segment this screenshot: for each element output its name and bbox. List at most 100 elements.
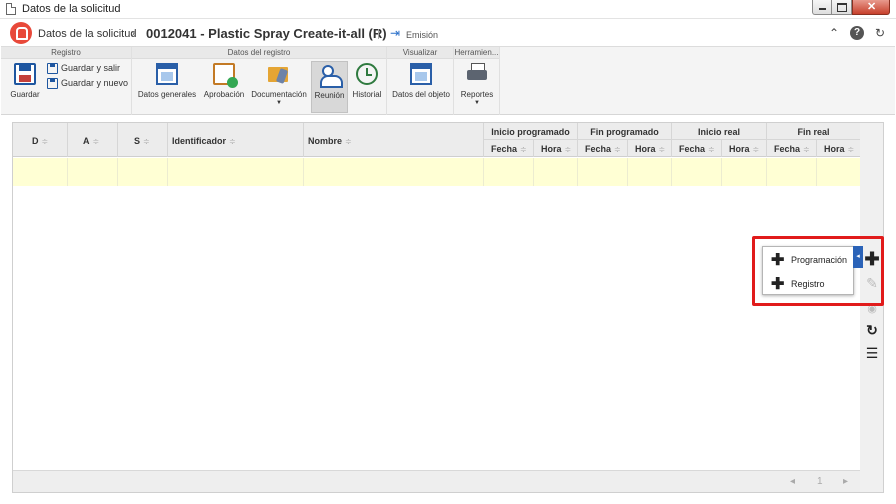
approval-button[interactable]: Aprobación	[202, 61, 246, 113]
history-button[interactable]: Historial	[350, 61, 384, 113]
sort-icon: ≑	[614, 145, 621, 154]
cell	[767, 158, 817, 186]
document-icon	[6, 3, 16, 15]
edit-icon[interactable]: ✎	[864, 275, 880, 291]
documentation-label: Documentación	[251, 90, 307, 99]
col-hora[interactable]: Hora ≑	[534, 140, 578, 157]
sort-icon: ≑	[520, 145, 527, 154]
menu-item-programacion[interactable]: ✚ Programación	[771, 250, 847, 270]
group-title-datos-registro: Datos del registro	[132, 47, 386, 59]
breadcrumb-root[interactable]: Datos de la solicitud	[38, 28, 136, 40]
save-new-label: Guardar y nuevo	[61, 78, 129, 88]
header-divider	[378, 29, 379, 39]
emission-link[interactable]: Emisión	[406, 30, 438, 40]
col-s[interactable]: S ≑	[118, 123, 168, 157]
save-and-new-button[interactable]: Guardar y nuevo	[47, 78, 129, 90]
reports-label: Reportes	[460, 90, 494, 99]
refresh-icon[interactable]: ↻	[864, 322, 880, 338]
col-fecha-label: Fecha	[679, 144, 706, 154]
sort-icon: ≑	[229, 137, 236, 146]
menu-item-label: Registro	[791, 279, 825, 289]
maximize-button[interactable]	[832, 0, 852, 15]
object-data-label: Datos del objeto	[392, 90, 450, 99]
printer-icon	[466, 63, 488, 85]
cell	[672, 158, 722, 186]
history-icon	[356, 63, 378, 85]
close-window-button[interactable]	[852, 0, 890, 15]
object-data-button[interactable]: Datos del objeto	[391, 61, 451, 113]
save-exit-icon	[47, 63, 58, 75]
col-hora-label: Hora	[729, 144, 750, 154]
col-identificador[interactable]: Identificador ≑	[168, 123, 304, 157]
col-hora[interactable]: Hora ≑	[817, 140, 861, 157]
window-controls	[812, 0, 890, 15]
ribbon-toolbar: Registro Guardar Guardar y salir Guardar…	[1, 47, 895, 115]
meetings-grid: D ≑ A ≑ S ≑ Identificador ≑ Nombre ≑ Inicio p…	[12, 122, 861, 493]
documentation-icon	[268, 63, 290, 85]
prev-page-button[interactable]: ◂	[790, 476, 795, 487]
menu-item-registro[interactable]: ✚ Registro	[771, 274, 825, 294]
emission-icon[interactable]: ⇥	[390, 27, 401, 40]
cell	[722, 158, 767, 186]
col-fecha[interactable]: Fecha ≑	[578, 140, 628, 157]
cell	[304, 158, 484, 186]
col-d[interactable]: D ≑	[13, 123, 68, 157]
history-label: Historial	[352, 90, 382, 99]
cell	[484, 158, 534, 186]
col-nombre[interactable]: Nombre ≑	[304, 123, 484, 157]
col-identificador-label: Identificador	[172, 136, 227, 146]
col-fecha[interactable]: Fecha ≑	[767, 140, 817, 157]
sort-icon: ≑	[92, 137, 100, 146]
grid-action-toolbar: ✚ ✎ ◉ ↻ ☰	[860, 122, 884, 493]
group-herramientas: Herramien... Reportes ▼	[454, 47, 500, 115]
save-icon	[14, 63, 36, 85]
cell	[628, 158, 672, 186]
sort-icon: ≑	[143, 137, 150, 146]
col-a-label: A	[83, 136, 90, 146]
col-hora[interactable]: Hora ≑	[722, 140, 767, 157]
object-data-icon	[410, 63, 432, 85]
col-fecha[interactable]: Fecha ≑	[484, 140, 534, 157]
general-data-icon	[156, 63, 178, 85]
sort-icon: ≑	[658, 145, 666, 154]
next-page-button[interactable]: ▸	[843, 476, 848, 487]
app-logo-icon	[10, 22, 32, 44]
col-a[interactable]: A ≑	[68, 123, 118, 157]
window-title: Datos de la solicitud	[22, 3, 121, 15]
page-number: 1	[817, 476, 823, 487]
cell	[168, 158, 304, 186]
save-label: Guardar	[10, 90, 40, 99]
view-icon[interactable]: ◉	[864, 301, 880, 317]
collapse-menu-tab[interactable]: ◂	[853, 246, 863, 268]
save-exit-label: Guardar y salir	[61, 63, 121, 73]
add-icon[interactable]: ✚	[864, 250, 880, 268]
collapse-icon[interactable]: ⌃	[827, 26, 841, 40]
sort-icon: ≑	[803, 145, 810, 154]
refresh-icon[interactable]: ↻	[873, 26, 887, 40]
minimize-button[interactable]	[812, 0, 832, 15]
list-icon[interactable]: ☰	[864, 345, 880, 361]
cell	[68, 158, 118, 186]
col-hora[interactable]: Hora ≑	[628, 140, 672, 157]
window-titlebar: Datos de la solicitud	[0, 0, 896, 19]
col-fecha-label: Fecha	[491, 144, 518, 154]
save-and-exit-button[interactable]: Guardar y salir	[47, 63, 121, 75]
documentation-button[interactable]: Documentación ▼	[250, 61, 308, 113]
general-data-button[interactable]: Datos generales	[136, 61, 198, 113]
sort-icon: ≑	[847, 145, 855, 154]
group-registro: Registro Guardar Guardar y salir Guardar…	[1, 47, 132, 115]
group-title-registro: Registro	[1, 47, 131, 59]
meeting-icon	[319, 64, 343, 88]
group-visualizar: Visualizar Datos del objeto	[387, 47, 454, 115]
help-icon[interactable]: ?	[850, 26, 864, 40]
cell	[578, 158, 628, 186]
col-fecha[interactable]: Fecha ≑	[672, 140, 722, 157]
menu-item-label: Programación	[791, 255, 848, 265]
col-group-fin-real: Fin real	[767, 123, 861, 140]
sort-icon: ≑	[752, 145, 760, 154]
reports-button[interactable]: Reportes ▼	[458, 61, 496, 113]
col-hora-label: Hora	[541, 144, 562, 154]
meeting-button[interactable]: Reunión	[311, 61, 348, 113]
save-button[interactable]: Guardar	[7, 61, 43, 113]
table-row[interactable]	[13, 158, 861, 186]
